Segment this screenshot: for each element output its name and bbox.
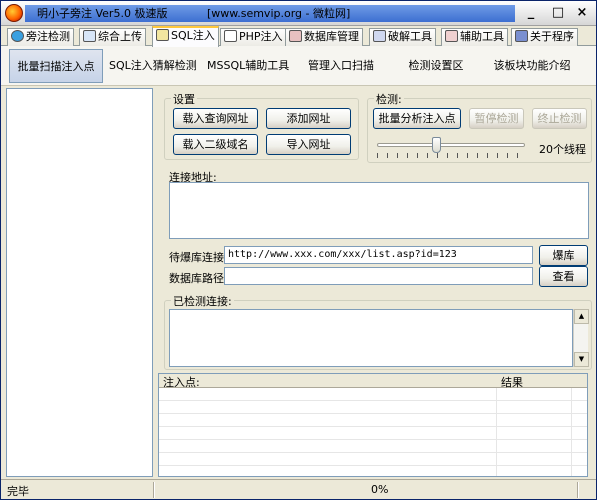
crack-icon [373,30,386,42]
tab-label: 旁注检测 [26,30,70,43]
thread-slider-thumb[interactable] [432,137,441,153]
tab-label: 数据库管理 [304,30,359,43]
sql-icon [156,29,169,41]
stop-detect-button[interactable]: 终止检测 [532,108,587,129]
load-subdomain-button[interactable]: 载入二级域名 [173,134,258,155]
subnav-detect-settings[interactable]: 检测设置区 [405,49,467,83]
batch-analyze-button[interactable]: 批量分析注入点 [373,108,461,129]
status-bar: 完毕 0% [1,479,596,499]
explode-db-button[interactable]: 爆库 [539,245,588,266]
tab-upload[interactable]: 综合上传 [79,28,146,46]
tab-label: 关于程序 [530,30,574,43]
thread-slider-track[interactable] [377,143,525,147]
tab-label: PHP注入 [239,30,283,43]
pause-detect-button[interactable]: 暂停检测 [469,108,524,129]
tab-aux-tools[interactable]: 辅助工具 [441,28,508,46]
detected-list[interactable] [169,309,573,367]
subnav-mssql-tools[interactable]: MSSQL辅助工具 [207,49,289,83]
tools-icon [445,30,458,42]
results-table-header: 注入点: 结果 [159,374,587,389]
app-window: 明小子旁注 Ver5.0 极速版 [www.semvip.org - 微粒网] … [0,0,597,500]
tab-crack-tools[interactable]: 破解工具 [369,28,436,46]
status-text: 完毕 [7,485,29,498]
view-db-button[interactable]: 查看 [539,266,588,287]
scroll-up-arrow-icon[interactable]: ▲ [574,309,589,324]
results-table[interactable]: 注入点: 结果 [158,373,588,477]
detected-scrollbar[interactable]: ▲ ▼ [573,309,589,367]
tab-label: SQL注入 [171,29,215,42]
about-icon [515,30,528,42]
window-title-app: 明小子旁注 Ver5.0 极速版 [37,7,168,20]
subnav-sql-guess[interactable]: SQL注入猜解检测 [109,49,197,83]
progress-text: 0% [371,483,389,496]
explode-url-input[interactable]: http://www.xxx.com/xxx/list.asp?id=123 [224,246,533,264]
threads-label: 20个线程 [539,143,586,156]
app-logo-icon [5,4,23,22]
globe-icon [11,30,24,42]
tab-label: 辅助工具 [460,30,504,43]
results-grid-body [159,388,587,476]
tab-database[interactable]: 数据库管理 [285,28,363,46]
site-list-panel[interactable] [6,88,153,477]
add-url-button[interactable]: 添加网址 [266,108,351,129]
load-query-url-button[interactable]: 载入查询网址 [173,108,258,129]
close-button[interactable]: × [573,6,591,21]
tab-php-inject[interactable]: PHP注入 [220,28,287,46]
tab-side-detect[interactable]: 旁注检测 [7,28,74,46]
db-path-input[interactable] [224,267,533,285]
subnav-batch-scan[interactable]: 批量扫描注入点 [9,49,103,83]
database-icon [289,30,302,42]
scroll-down-arrow-icon[interactable]: ▼ [574,352,589,367]
tab-sql-inject[interactable]: SQL注入 [152,26,219,47]
status-divider [577,482,579,498]
detected-group-label: 已检测连接: [171,293,234,309]
window-title: 明小子旁注 Ver5.0 极速版 [www.semvip.org - 微粒网] [25,5,515,22]
tab-label: 破解工具 [388,30,432,43]
subnav-admin-scan[interactable]: 管理入口扫描 [305,49,377,83]
detect-group-label: 检测: [374,91,404,107]
db-path-label: 数据库路径 [169,272,224,285]
window-title-site: [www.semvip.org - 微粒网] [206,7,351,20]
import-url-button[interactable]: 导入网址 [266,134,351,155]
tab-label: 综合上传 [98,30,142,43]
tab-about[interactable]: 关于程序 [511,28,578,46]
settings-group-label: 设置 [171,91,197,107]
maximize-button[interactable]: □ [549,6,567,21]
upload-icon [83,30,96,42]
subnav-help[interactable]: 该板块功能介绍 [489,49,575,83]
explode-label: 待爆库连接 [169,251,224,264]
php-icon [224,30,237,42]
status-divider [153,482,155,498]
title-bar: 明小子旁注 Ver5.0 极速版 [www.semvip.org - 微粒网] … [1,1,596,26]
main-tab-bar: 旁注检测 综合上传 SQL注入 PHP注入 数据库管理 破解工具 辅助工具 关于… [1,26,596,47]
minimize-button[interactable]: _ [522,6,540,21]
thread-slider-ticks [377,153,525,158]
sub-nav: 批量扫描注入点 SQL注入猜解检测 MSSQL辅助工具 管理入口扫描 检测设置区… [1,46,596,86]
connection-textarea[interactable] [169,182,589,239]
